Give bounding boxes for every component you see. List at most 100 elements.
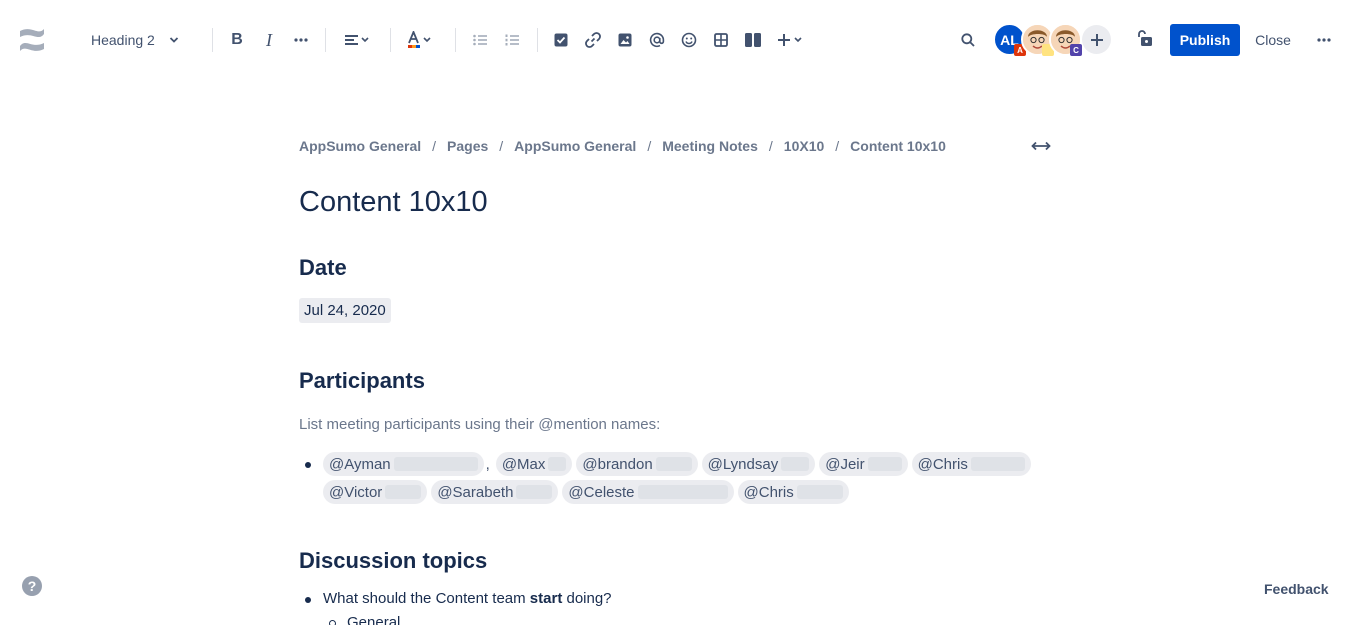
separator: , (485, 455, 490, 473)
breadcrumb-item[interactable]: AppSumo General (514, 138, 636, 154)
more-actions-button[interactable] (1311, 26, 1337, 54)
mention-name: @Max (501, 455, 546, 473)
table-button[interactable] (708, 26, 734, 54)
publish-button[interactable]: Publish (1170, 24, 1240, 56)
user-mention[interactable]: @Chris (911, 452, 1031, 476)
redacted-surname (796, 485, 843, 499)
toolbar-divider (537, 28, 538, 52)
editor-toolbar: Heading 2 B I AL A C Publish Close (0, 0, 1349, 80)
mention-name: @Chris (743, 483, 794, 501)
find-replace-button[interactable] (955, 26, 981, 54)
mention-icon (649, 32, 665, 48)
discussion-topic[interactable]: What should the Content team start doing… (323, 590, 612, 607)
list-bullet (305, 462, 311, 468)
align-left-icon (345, 35, 369, 45)
redacted-surname (516, 485, 553, 499)
checkbox-icon (554, 33, 568, 47)
redacted-surname (385, 485, 422, 499)
alignment-button[interactable] (340, 26, 374, 54)
breadcrumb-item[interactable]: Pages (447, 138, 488, 154)
breadcrumb-item[interactable]: AppSumo General (299, 138, 421, 154)
breadcrumb-item[interactable]: Meeting Notes (662, 138, 758, 154)
bullet-list-icon (473, 34, 487, 46)
bold-icon: B (231, 31, 243, 48)
mention-name: @Victor (329, 483, 383, 501)
breadcrumb-separator: / (647, 138, 652, 154)
mentions-line-2: @Victor @Sarabeth @Celeste @Chris (323, 480, 849, 504)
user-mention[interactable]: @Sarabeth (431, 480, 559, 504)
user-mention[interactable]: @Chris (737, 480, 849, 504)
feedback-button[interactable]: Feedback (1264, 581, 1329, 597)
redacted-surname (393, 457, 478, 471)
more-formatting-button[interactable] (288, 26, 314, 54)
breadcrumb-item[interactable]: 10X10 (784, 138, 824, 154)
breadcrumb-separator: / (499, 138, 504, 154)
user-mention[interactable]: @Victor (323, 480, 428, 504)
mention-name: @brandon (582, 455, 653, 473)
close-button[interactable]: Close (1248, 24, 1298, 56)
mentions-line-1: @Ayman , @Max @brandon @Lyndsay @Jeir @C… (323, 452, 1031, 476)
invite-collaborator-button[interactable] (1082, 25, 1111, 54)
page-title[interactable]: Content 10x10 (299, 186, 488, 219)
user-mention[interactable]: @Ayman (323, 452, 484, 476)
breadcrumb-separator: / (835, 138, 840, 154)
toolbar-divider (390, 28, 391, 52)
layout-columns-icon (745, 33, 761, 47)
italic-icon: I (266, 29, 272, 50)
search-icon (961, 33, 975, 47)
user-mention[interactable]: @brandon (576, 452, 698, 476)
participants-hint: List meeting participants using their @m… (299, 416, 661, 433)
text-style-label: Heading 2 (91, 32, 155, 48)
sub-list-bullet (329, 620, 336, 625)
sub-list-item[interactable]: General (347, 614, 400, 625)
topic-text-bold: start (529, 590, 563, 607)
bullet-list-button[interactable] (467, 26, 493, 54)
page-width-toggle[interactable] (1029, 138, 1053, 154)
emoji-button[interactable] (676, 26, 702, 54)
topic-text-part: What should the Content team (323, 590, 530, 607)
user-mention[interactable]: @Celeste (562, 480, 734, 504)
date-lozenge[interactable]: Jul 24, 2020 (299, 298, 391, 323)
list-bullet (305, 597, 311, 603)
user-mention[interactable]: @Lyndsay (701, 452, 816, 476)
toolbar-divider (212, 28, 213, 52)
layouts-button[interactable] (740, 26, 766, 54)
mention-name: @Ayman (329, 455, 391, 473)
participants-heading: Participants (299, 368, 425, 393)
redacted-surname (970, 457, 1025, 471)
insert-more-button[interactable] (774, 26, 808, 54)
breadcrumb-separator: / (432, 138, 437, 154)
user-mention[interactable]: @Jeir (819, 452, 908, 476)
redacted-surname (548, 457, 567, 471)
breadcrumb-separator: / (768, 138, 773, 154)
redacted-surname (637, 485, 728, 499)
text-color-button[interactable] (404, 26, 438, 54)
mention-name: @Celeste (568, 483, 635, 501)
action-item-button[interactable] (548, 26, 574, 54)
user-mention[interactable]: @Max (495, 452, 573, 476)
text-style-dropdown[interactable]: Heading 2 (82, 25, 188, 55)
redacted-surname (781, 457, 810, 471)
more-dots-icon (1317, 38, 1331, 42)
mention-button[interactable] (644, 26, 670, 54)
redacted-surname (867, 457, 902, 471)
link-button[interactable] (580, 26, 606, 54)
table-icon (714, 33, 728, 47)
restrictions-button[interactable] (1132, 24, 1158, 52)
image-button[interactable] (612, 26, 638, 54)
italic-button[interactable]: I (256, 26, 282, 54)
topic-text-part: doing? (562, 590, 612, 607)
breadcrumb-item[interactable]: Content 10x10 (850, 138, 946, 154)
bold-button[interactable]: B (224, 26, 250, 54)
numbered-list-button[interactable] (499, 26, 525, 54)
breadcrumb: AppSumo General / Pages / AppSumo Genera… (299, 137, 946, 155)
text-color-icon (408, 31, 431, 48)
avatar-badge: C (1070, 44, 1082, 56)
chevron-down-icon (169, 37, 178, 43)
numbered-list-icon (505, 34, 519, 46)
confluence-logo-icon[interactable] (18, 27, 46, 53)
toolbar-divider (455, 28, 456, 52)
help-icon[interactable]: ? (22, 576, 42, 596)
mention-name: @Lyndsay (707, 455, 779, 473)
plus-icon (1090, 33, 1103, 46)
